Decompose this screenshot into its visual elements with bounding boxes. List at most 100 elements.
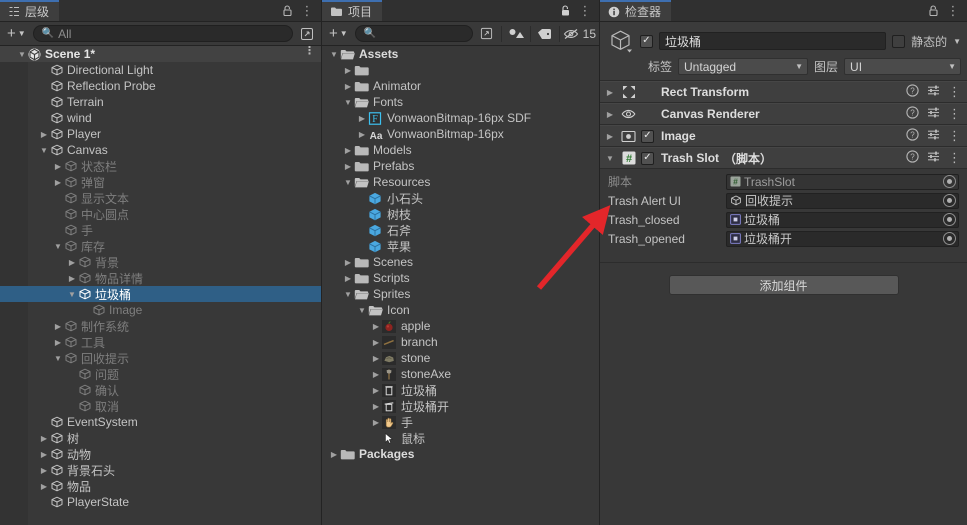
kebab-menu-icon[interactable]: ⋮ — [948, 85, 961, 98]
help-icon[interactable]: ? — [906, 128, 919, 144]
kebab-menu-icon[interactable]: ⋮ — [948, 151, 961, 164]
project-item-垃圾桶开[interactable]: 垃圾桶开 — [322, 398, 599, 414]
project-item-VonwaonBitmap-16px SDF[interactable]: F VonwaonBitmap-16px SDF — [322, 110, 599, 126]
gameobject-enabled-checkbox[interactable]: ✓ — [640, 34, 653, 48]
property-object-field[interactable]: 垃圾桶开 — [726, 230, 959, 247]
chevron-right-icon[interactable] — [604, 110, 616, 119]
hierarchy-item-手[interactable]: 手 — [0, 222, 321, 238]
chevron-right-icon[interactable] — [370, 322, 382, 331]
chevron-down-icon[interactable] — [52, 242, 64, 251]
preset-sliders-icon[interactable] — [927, 84, 940, 100]
chevron-right-icon[interactable] — [604, 132, 616, 141]
tab-inspector[interactable]: 检查器 — [600, 0, 672, 21]
project-item-鼠标[interactable]: 鼠标 — [322, 430, 599, 446]
object-picker-icon[interactable] — [943, 175, 956, 188]
window-picker-icon[interactable] — [296, 25, 318, 43]
project-item-Icon[interactable]: Icon — [322, 302, 599, 318]
hierarchy-item-Terrain[interactable]: Terrain — [0, 94, 321, 110]
chevron-right-icon[interactable] — [38, 434, 50, 443]
lock-icon[interactable] — [278, 1, 296, 21]
hierarchy-item-问题[interactable]: 问题 — [0, 366, 321, 382]
object-picker-icon[interactable] — [943, 194, 956, 207]
property-object-field[interactable]: 回收提示 — [726, 192, 959, 209]
project-item-unnamed[interactable] — [322, 62, 599, 78]
hierarchy-item-Directional Light[interactable]: Directional Light — [0, 62, 321, 78]
chevron-right-icon[interactable] — [370, 386, 382, 395]
project-item-Sprites[interactable]: Sprites — [322, 286, 599, 302]
add-component-button[interactable]: 添加组件 — [668, 275, 899, 295]
project-item-stoneAxe[interactable]: stoneAxe — [322, 366, 599, 382]
hierarchy-item-动物[interactable]: 动物 — [0, 446, 321, 462]
chevron-down-icon[interactable] — [342, 290, 354, 299]
tab-hierarchy[interactable]: 层级 — [0, 0, 60, 21]
help-icon[interactable]: ? — [906, 84, 919, 100]
project-item-Resources[interactable]: Resources — [322, 174, 599, 190]
preset-sliders-icon[interactable] — [927, 106, 940, 122]
project-item-apple[interactable]: apple — [322, 318, 599, 334]
project-item-树枝[interactable]: 树枝 — [322, 206, 599, 222]
project-item-VonwaonBitmap-16px[interactable]: Aa VonwaonBitmap-16px — [322, 126, 599, 142]
chevron-right-icon[interactable] — [52, 162, 64, 171]
chevron-right-icon[interactable] — [370, 418, 382, 427]
chevron-right-icon[interactable] — [328, 450, 340, 459]
static-checkbox[interactable] — [892, 34, 906, 48]
hierarchy-item-回收提示[interactable]: 回收提示 — [0, 350, 321, 366]
project-item-Assets[interactable]: Assets — [322, 46, 599, 62]
hierarchy-tree[interactable]: Scene 1* ⋮ Directional Light Reflection Pro… — [0, 46, 321, 525]
chevron-right-icon[interactable] — [342, 274, 354, 283]
object-picker-icon[interactable] — [943, 213, 956, 226]
project-item-Fonts[interactable]: Fonts — [322, 94, 599, 110]
hierarchy-item-中心圆点[interactable]: 中心圆点 — [0, 206, 321, 222]
lock-icon[interactable] — [924, 1, 942, 21]
chevron-down-icon[interactable] — [356, 306, 368, 315]
project-tree[interactable]: Assets Animator Fonts F VonwaonBitmap-16px S… — [322, 46, 599, 525]
chevron-down-icon[interactable] — [38, 146, 50, 155]
hierarchy-item-库存[interactable]: 库存 — [0, 238, 321, 254]
hierarchy-item-Canvas[interactable]: Canvas — [0, 142, 321, 158]
hierarchy-scene-row[interactable]: Scene 1* ⋮ — [0, 46, 321, 62]
static-dropdown-icon[interactable]: ▼ — [953, 37, 961, 46]
create-asset-button[interactable]: + ▼ — [325, 25, 352, 43]
project-item-手[interactable]: 手 — [322, 414, 599, 430]
chevron-down-icon[interactable] — [604, 154, 616, 163]
chevron-right-icon[interactable] — [342, 82, 354, 91]
tag-dropdown[interactable]: Untagged ▼ — [678, 58, 809, 75]
chevron-right-icon[interactable] — [38, 130, 50, 139]
chevron-right-icon[interactable] — [52, 338, 64, 347]
hierarchy-item-确认[interactable]: 确认 — [0, 382, 321, 398]
layer-dropdown[interactable]: UI ▼ — [844, 58, 961, 75]
tab-project[interactable]: 项目 — [322, 0, 383, 21]
project-search-input[interactable]: 🔍 — [354, 25, 473, 42]
project-item-Animator[interactable]: Animator — [322, 78, 599, 94]
hierarchy-search-input[interactable]: 🔍 All — [32, 25, 293, 42]
gameobject-name-input[interactable]: 垃圾桶 — [659, 32, 887, 50]
kebab-menu-icon[interactable]: ⋮ — [298, 1, 316, 21]
project-item-垃圾桶[interactable]: 垃圾桶 — [322, 382, 599, 398]
hierarchy-item-背景石头[interactable]: 背景石头 — [0, 462, 321, 478]
hierarchy-item-Reflection Probe[interactable]: Reflection Probe — [0, 78, 321, 94]
project-item-branch[interactable]: branch — [322, 334, 599, 350]
preset-sliders-icon[interactable] — [927, 128, 940, 144]
project-item-小石头[interactable]: 小石头 — [322, 190, 599, 206]
help-icon[interactable]: ? — [906, 150, 919, 166]
chevron-right-icon[interactable] — [38, 450, 50, 459]
component-enabled-checkbox[interactable]: ✓ — [641, 129, 654, 143]
component-header-rect-transform[interactable]: Rect Transform? ⋮ — [600, 81, 967, 103]
hierarchy-item-取消[interactable]: 取消 — [0, 398, 321, 414]
chevron-right-icon[interactable] — [370, 402, 382, 411]
chevron-right-icon[interactable] — [38, 466, 50, 475]
component-header-canvas-renderer[interactable]: Canvas Renderer? ⋮ — [600, 103, 967, 125]
hierarchy-item-Player[interactable]: Player — [0, 126, 321, 142]
component-enabled-checkbox[interactable]: ✓ — [641, 151, 654, 165]
kebab-menu-icon[interactable]: ⋮ — [948, 107, 961, 120]
project-item-苹果[interactable]: 苹果 — [322, 238, 599, 254]
project-item-Scripts[interactable]: Scripts — [322, 270, 599, 286]
gameobject-cube-icon[interactable] — [608, 28, 634, 54]
chevron-down-icon[interactable] — [342, 98, 354, 107]
property-object-field[interactable]: # TrashSlot — [726, 173, 959, 190]
chevron-right-icon[interactable] — [342, 162, 354, 171]
kebab-menu-icon[interactable]: ⋮ — [304, 46, 315, 57]
hierarchy-item-垃圾桶[interactable]: 垃圾桶 — [0, 286, 321, 302]
kebab-menu-icon[interactable]: ⋮ — [948, 129, 961, 142]
hidden-assets-toggle[interactable]: 15 — [563, 25, 596, 43]
